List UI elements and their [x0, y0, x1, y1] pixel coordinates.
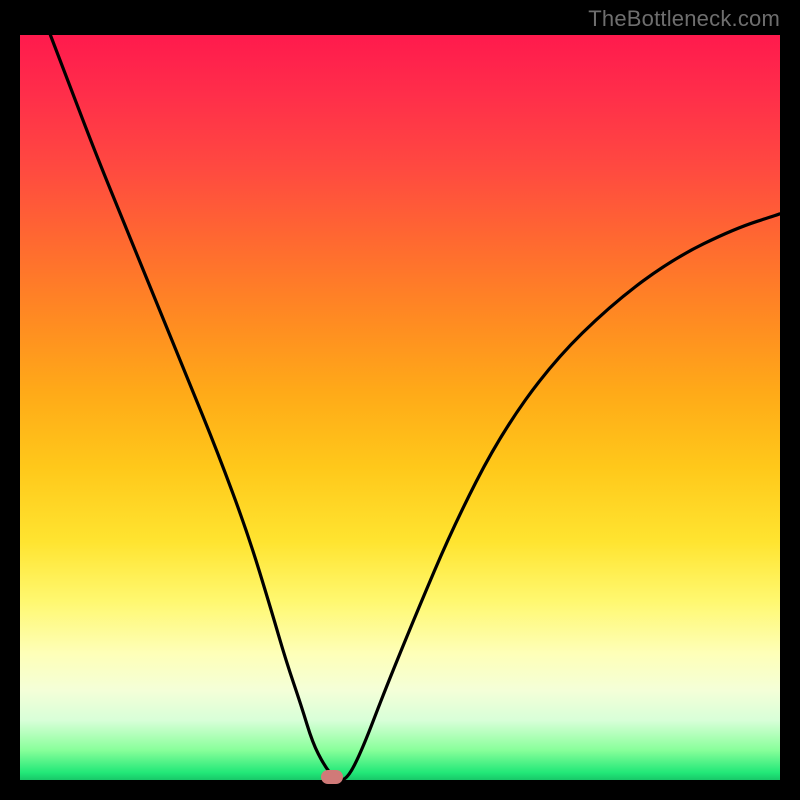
bottleneck-curve-line	[50, 35, 780, 780]
attribution-text: TheBottleneck.com	[588, 6, 780, 32]
chart-frame	[20, 35, 780, 780]
chart-plot-svg	[20, 35, 780, 780]
optimal-point-marker	[321, 770, 343, 784]
